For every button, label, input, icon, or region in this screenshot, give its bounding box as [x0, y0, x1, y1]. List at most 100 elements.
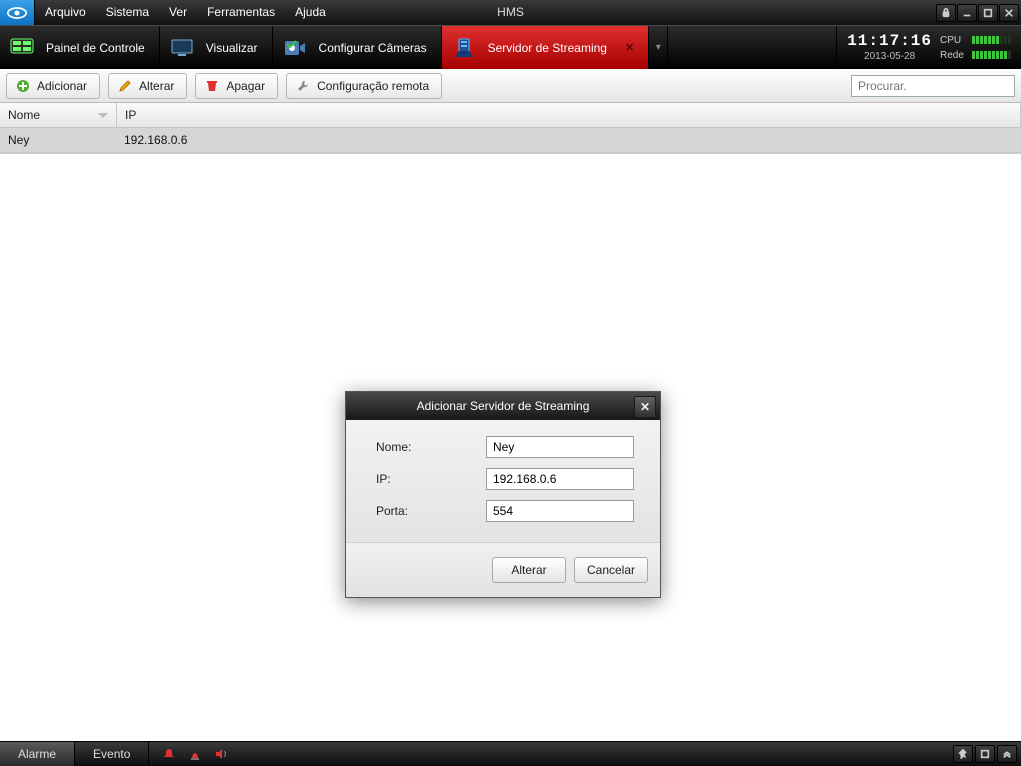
menu-sistema[interactable]: Sistema	[96, 0, 159, 25]
net-meter-row: Rede	[940, 50, 1011, 61]
camera-config-icon	[281, 36, 309, 60]
lock-button[interactable]	[936, 4, 956, 22]
column-ip[interactable]: IP	[117, 103, 1021, 127]
toolbar: Adicionar Alterar Apagar Configuração re…	[0, 69, 1021, 103]
minimize-button[interactable]	[957, 4, 977, 22]
eye-icon	[7, 6, 27, 20]
pin-icon	[958, 749, 968, 759]
system-meters: CPU Rede	[940, 35, 1011, 61]
net-meter	[972, 51, 1011, 59]
app-title: HMS	[497, 0, 524, 25]
column-name[interactable]: Nome	[0, 103, 117, 127]
chevron-up-icon	[1002, 749, 1012, 759]
tab-label: Configurar Câmeras	[319, 41, 427, 55]
remote-config-label: Configuração remota	[317, 79, 429, 93]
port-label: Porta:	[376, 504, 486, 518]
sound-icon[interactable]	[213, 746, 229, 762]
statusbar: Alarme Evento	[0, 741, 1021, 766]
menu-arquivo[interactable]: Arquivo	[35, 0, 96, 25]
menu-ver[interactable]: Ver	[159, 0, 197, 25]
grid-body: Adicionar Servidor de Streaming ✕ Nome: …	[0, 154, 1021, 736]
tab-label: Visualizar	[206, 41, 258, 55]
tab-overflow-button[interactable]: ▾	[648, 26, 667, 69]
alarm-light-icon[interactable]	[187, 746, 203, 762]
ip-input[interactable]	[486, 468, 634, 490]
field-row-port: Porta:	[376, 500, 640, 522]
monitor-icon	[168, 36, 196, 60]
close-button[interactable]	[999, 4, 1019, 22]
table-header: Nome IP	[0, 103, 1021, 128]
pin-button[interactable]	[953, 745, 973, 763]
plus-icon	[15, 78, 31, 94]
restore-button[interactable]	[975, 745, 995, 763]
column-name-label: Nome	[8, 108, 40, 122]
name-label: Nome:	[376, 440, 486, 454]
pencil-icon	[117, 78, 133, 94]
dialog-titlebar[interactable]: Adicionar Servidor de Streaming ✕	[346, 392, 660, 420]
remote-config-button[interactable]: Configuração remota	[286, 73, 442, 99]
server-table: Nome IP Ney 192.168.0.6	[0, 103, 1021, 154]
maximize-icon	[983, 8, 993, 18]
alarm-bell-icon[interactable]	[161, 746, 177, 762]
search-input[interactable]	[851, 75, 1015, 97]
wrench-icon	[295, 78, 311, 94]
close-icon: ✕	[640, 400, 650, 414]
tabbar: Painel de Controle Visualizar Configurar…	[0, 25, 1021, 69]
tab-painel-de-controle[interactable]: Painel de Controle	[0, 26, 159, 69]
add-streaming-server-dialog: Adicionar Servidor de Streaming ✕ Nome: …	[345, 391, 661, 598]
panel-icon	[8, 36, 36, 60]
cell-name: Ney	[0, 133, 116, 147]
menubar: Arquivo Sistema Ver Ferramentas Ajuda HM…	[0, 0, 1021, 25]
clock: 11:17:16 2013-05-28	[847, 33, 932, 62]
tab-servidor-de-streaming[interactable]: Servidor de Streaming ✕	[441, 26, 649, 69]
delete-button[interactable]: Apagar	[195, 73, 278, 99]
delete-label: Apagar	[226, 79, 265, 93]
tab-close-icon[interactable]: ✕	[625, 41, 634, 54]
lock-icon	[941, 8, 951, 18]
dialog-close-button[interactable]: ✕	[634, 396, 656, 418]
tab-label: Servidor de Streaming	[488, 41, 607, 55]
edit-button[interactable]: Alterar	[108, 73, 187, 99]
tab-label: Painel de Controle	[46, 41, 145, 55]
port-input[interactable]	[486, 500, 634, 522]
streaming-server-icon	[450, 36, 478, 60]
dialog-title: Adicionar Servidor de Streaming	[417, 399, 590, 413]
edit-label: Alterar	[139, 79, 174, 93]
menu-items: Arquivo Sistema Ver Ferramentas Ajuda	[35, 0, 336, 25]
close-icon	[1004, 8, 1014, 18]
table-row[interactable]: Ney 192.168.0.6	[0, 128, 1021, 153]
add-button[interactable]: Adicionar	[6, 73, 100, 99]
field-row-ip: IP:	[376, 468, 640, 490]
status-tab-evento[interactable]: Evento	[75, 742, 149, 766]
tabbar-spacer	[667, 26, 836, 69]
cpu-meter-row: CPU	[940, 35, 1011, 46]
cell-ip: 192.168.0.6	[116, 133, 1021, 147]
dialog-ok-button[interactable]: Alterar	[492, 557, 566, 583]
clock-box: 11:17:16 2013-05-28 CPU Rede	[836, 26, 1021, 69]
maximize-button[interactable]	[978, 4, 998, 22]
window-controls	[936, 4, 1021, 22]
net-label: Rede	[940, 50, 966, 61]
clock-time: 11:17:16	[847, 33, 932, 51]
clock-date: 2013-05-28	[847, 51, 932, 62]
column-ip-label: IP	[125, 108, 136, 122]
add-label: Adicionar	[37, 79, 87, 93]
field-row-name: Nome:	[376, 436, 640, 458]
cpu-label: CPU	[940, 35, 966, 46]
ip-label: IP:	[376, 472, 486, 486]
menu-ajuda[interactable]: Ajuda	[285, 0, 336, 25]
tab-visualizar[interactable]: Visualizar	[159, 26, 272, 69]
app-logo	[0, 0, 35, 25]
menu-ferramentas[interactable]: Ferramentas	[197, 0, 285, 25]
collapse-button[interactable]	[997, 745, 1017, 763]
name-input[interactable]	[486, 436, 634, 458]
minimize-icon	[962, 8, 972, 18]
sort-indicator-icon	[98, 113, 108, 118]
dialog-cancel-button[interactable]: Cancelar	[574, 557, 648, 583]
status-tab-alarme[interactable]: Alarme	[0, 742, 75, 766]
cpu-meter	[972, 36, 1011, 44]
status-icons	[149, 746, 241, 762]
tab-configurar-cameras[interactable]: Configurar Câmeras	[272, 26, 441, 69]
dialog-body: Nome: IP: Porta:	[346, 420, 660, 543]
trash-icon	[204, 78, 220, 94]
